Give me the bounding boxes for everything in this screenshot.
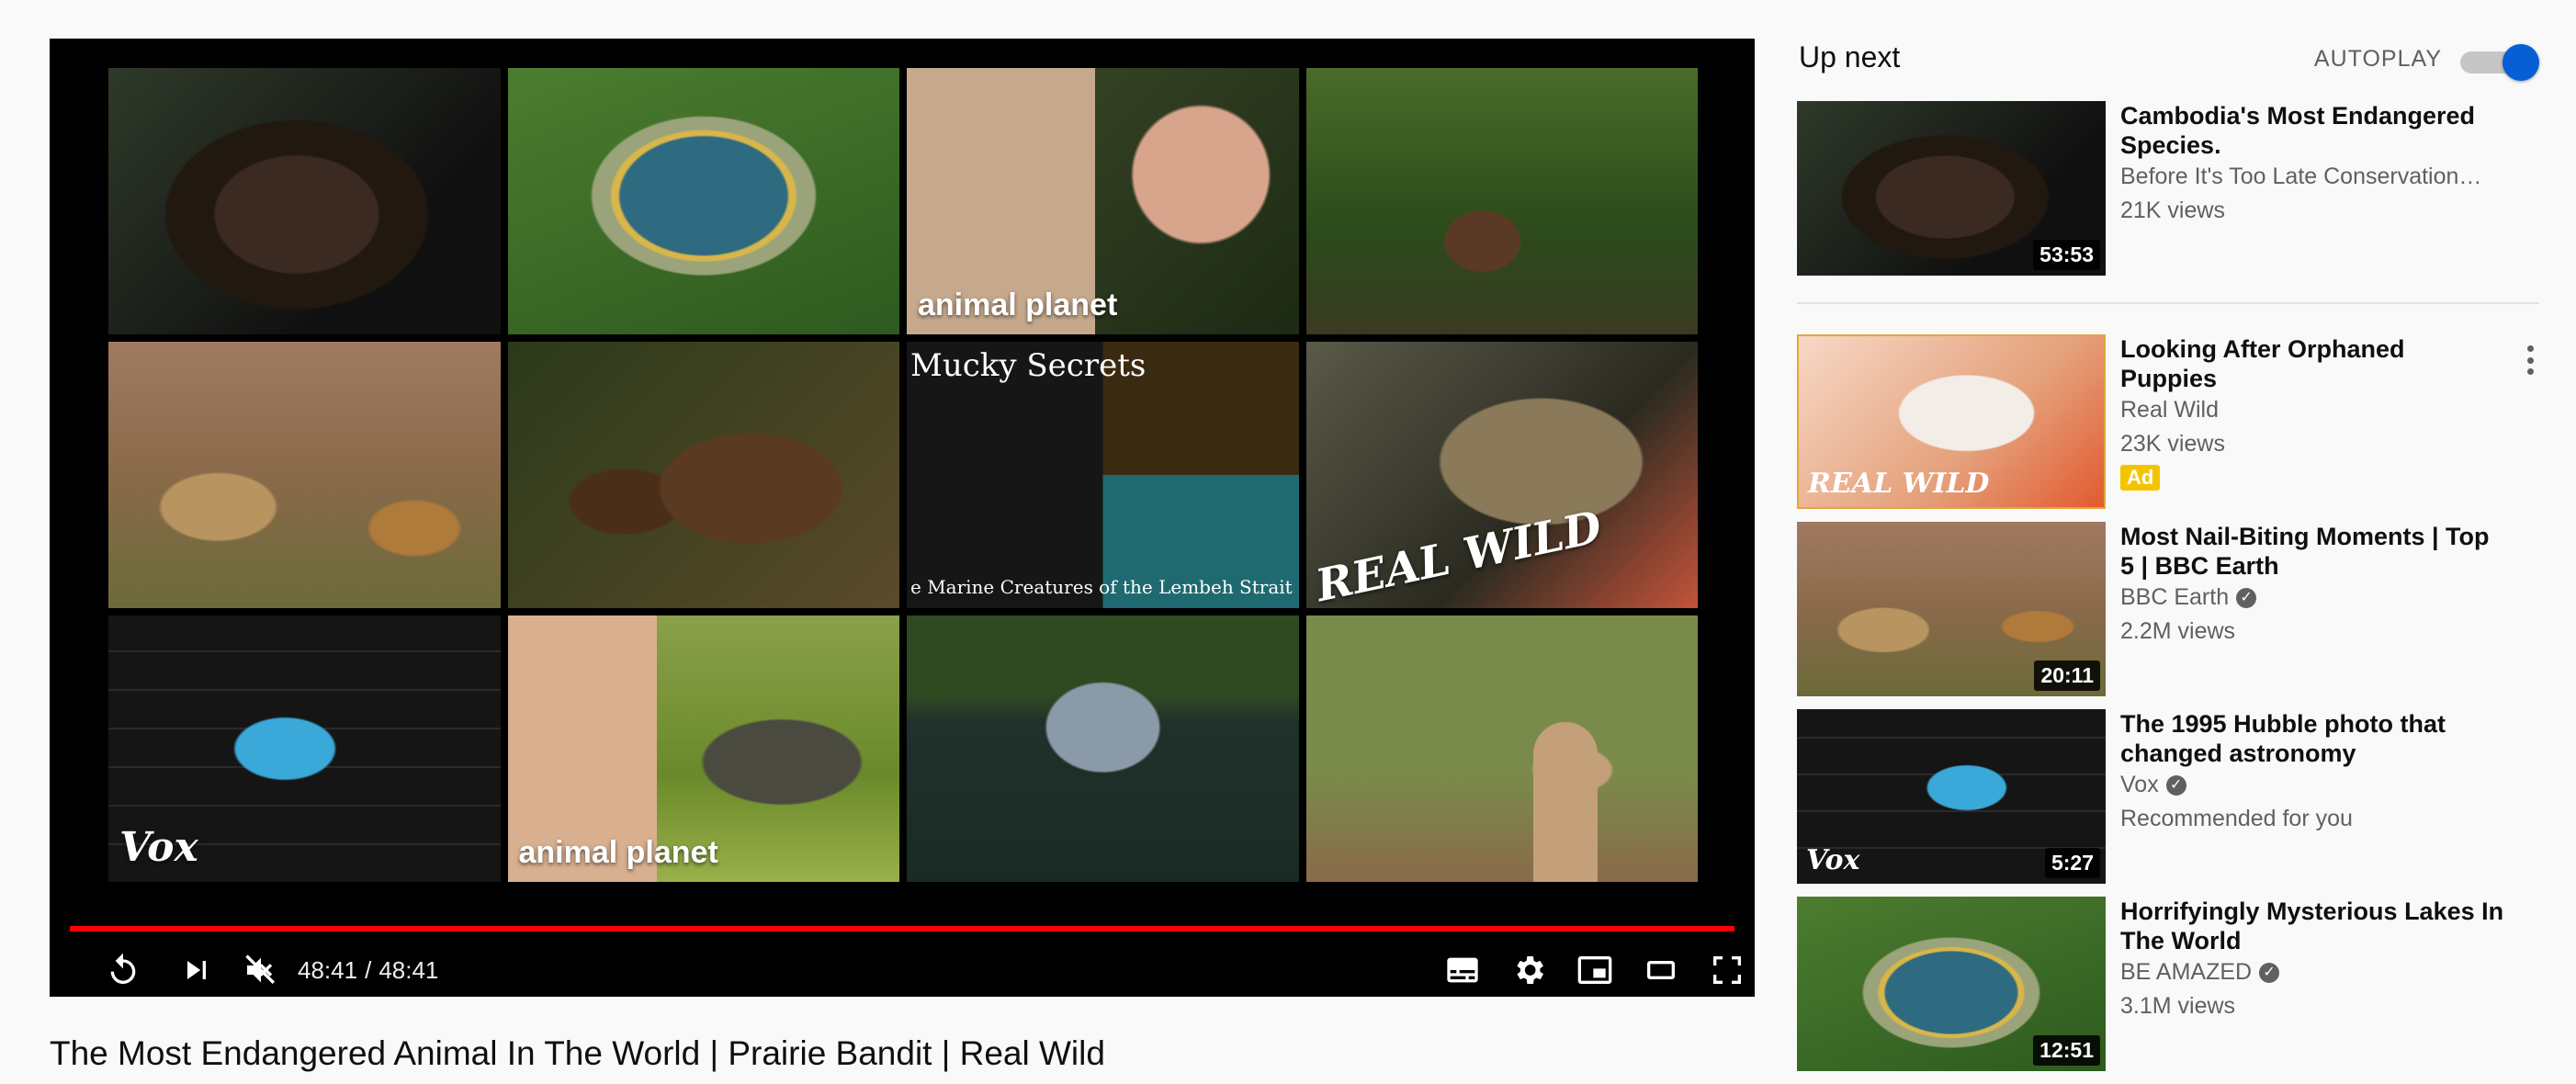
video-thumbnail[interactable]: Vox 5:27 (1797, 709, 2106, 884)
endscreen-tile[interactable] (108, 342, 501, 608)
channel-name[interactable]: BE AMAZED (2120, 959, 2252, 985)
tile-subtitle: e Marine Creatures of the Lembeh Strait (910, 576, 1293, 598)
time-current: 48:41 (298, 955, 358, 984)
tile-title: Mucky Secrets (910, 347, 1147, 384)
endscreen-tile[interactable]: Mucky Secrets e Marine Creatures of the … (907, 342, 1299, 608)
view-count: 3.1M views (2120, 993, 2236, 1019)
tile-brand-label: animal planet (518, 835, 718, 870)
recommended-video[interactable]: Vox 5:27 The 1995 Hubble photo that chan… (1797, 709, 2539, 884)
miniplayer-icon[interactable] (1567, 943, 1622, 997)
duration-badge: 12:51 (2033, 1035, 2100, 1066)
channel-name[interactable]: Before It's Too Late Conservation… (2120, 160, 2506, 194)
replay-icon[interactable] (96, 943, 151, 997)
ad-badge: Ad (2120, 465, 2161, 491)
up-next-title: Up next (1799, 40, 1901, 73)
channel-row[interactable]: Vox ✓ (2120, 768, 2506, 802)
video-title[interactable]: The 1995 Hubble photo that changed astro… (2120, 709, 2506, 768)
player-controls: 48:41 / 48:41 (50, 943, 1755, 997)
video-player[interactable]: animal planet Mucky Secrets e Marine Cre… (50, 39, 1755, 997)
endscreen-tile[interactable] (1305, 615, 1698, 882)
video-thumbnail[interactable]: 12:51 (1797, 897, 2106, 1071)
prairie-dog-figure (1532, 722, 1598, 882)
video-thumbnail[interactable]: 20:11 (1797, 522, 2106, 696)
next-icon[interactable] (169, 943, 224, 997)
endscreen-grid: animal planet Mucky Secrets e Marine Cre… (108, 68, 1698, 882)
autoplay-toggle-knob (2503, 44, 2539, 81)
settings-icon[interactable] (1501, 943, 1556, 997)
progress-bar[interactable] (70, 926, 1734, 932)
time-display: 48:41 / 48:41 (298, 943, 438, 997)
fullscreen-icon[interactable] (1700, 943, 1755, 997)
autoplay-label: AUTOPLAY (2313, 46, 2442, 72)
verified-icon: ✓ (2165, 775, 2186, 796)
endscreen-tile[interactable]: animal planet (907, 68, 1299, 334)
endscreen-tile[interactable]: REAL WILD (1305, 342, 1698, 608)
endscreen-tile[interactable] (108, 68, 501, 334)
time-total: 48:41 (378, 955, 439, 984)
recommended-video[interactable]: 12:51 Horrifyingly Mysterious Lakes In T… (1797, 897, 2539, 1071)
video-thumbnail[interactable]: REAL WILD (1797, 334, 2106, 509)
autoplay-toggle[interactable] (2457, 42, 2539, 81)
section-divider (1797, 302, 2539, 304)
view-count: 2.2M views (2120, 618, 2236, 644)
tile-brand-label: animal planet (918, 288, 1118, 322)
video-title[interactable]: Horrifyingly Mysterious Lakes In The Wor… (2120, 897, 2506, 955)
video-title: The Most Endangered Animal In The World … (50, 1034, 1105, 1072)
view-count: 21K views (2120, 198, 2225, 223)
duration-badge: 5:27 (2044, 848, 2100, 878)
duration-badge: 53:53 (2033, 240, 2100, 270)
video-info: The 1995 Hubble photo that changed astro… (2120, 709, 2506, 836)
subtitles-icon[interactable] (1435, 943, 1490, 997)
endscreen-tile[interactable]: animal planet (507, 615, 899, 882)
video-info: Looking After Orphaned Puppies Real Wild… (2120, 334, 2488, 491)
tile-brand-label: Vox (119, 824, 198, 871)
up-next-sidebar: Up next AUTOPLAY 53:53 Cambodia's Most E… (1797, 37, 2539, 1071)
video-title[interactable]: Looking After Orphaned Puppies (2120, 334, 2488, 393)
recommended-video[interactable]: 20:11 Most Nail-Biting Moments | Top 5 |… (1797, 522, 2539, 696)
time-separator: / (365, 955, 372, 984)
endscreen-tile[interactable] (507, 68, 899, 334)
video-title[interactable]: Most Nail-Biting Moments | Top 5 | BBC E… (2120, 522, 2506, 581)
theater-icon[interactable] (1633, 943, 1689, 997)
channel-name[interactable]: Vox (2120, 772, 2159, 797)
channel-name[interactable]: BBC Earth (2120, 584, 2229, 610)
thumbnail-watermark: Vox (1806, 844, 1860, 876)
verified-icon: ✓ (2259, 963, 2280, 984)
thumbnail-watermark: REAL WILD (1808, 468, 1990, 500)
view-count: 23K views (2120, 431, 2225, 457)
verified-icon: ✓ (2236, 588, 2257, 609)
video-info: Most Nail-Biting Moments | Top 5 | BBC E… (2120, 522, 2506, 649)
endscreen-tile[interactable] (1305, 68, 1698, 334)
muted-icon[interactable] (233, 943, 288, 997)
video-info: Horrifyingly Mysterious Lakes In The Wor… (2120, 897, 2506, 1023)
video-thumbnail[interactable]: 53:53 (1797, 101, 2106, 276)
channel-row[interactable]: BE AMAZED ✓ (2120, 955, 2506, 989)
recommended-video[interactable]: 53:53 Cambodia's Most Endangered Species… (1797, 101, 2539, 276)
duration-badge: 20:11 (2034, 661, 2100, 691)
video-info: Cambodia's Most Endangered Species. Befo… (2120, 101, 2506, 228)
channel-name[interactable]: Real Wild (2120, 393, 2488, 427)
tile-brand-label: REAL WILD (1311, 501, 1606, 608)
recommendation-note: Recommended for you (2120, 806, 2353, 831)
video-title[interactable]: Cambodia's Most Endangered Species. (2120, 101, 2506, 160)
recommended-video[interactable]: REAL WILD Looking After Orphaned Puppies… (1797, 334, 2539, 509)
more-options-icon[interactable] (2521, 342, 2539, 378)
channel-row[interactable]: BBC Earth ✓ (2120, 581, 2506, 615)
endscreen-tile[interactable] (507, 342, 899, 608)
up-next-header: Up next AUTOPLAY (1797, 37, 2539, 101)
endscreen-tile[interactable]: Vox (108, 615, 501, 882)
endscreen-tile[interactable] (907, 615, 1299, 882)
